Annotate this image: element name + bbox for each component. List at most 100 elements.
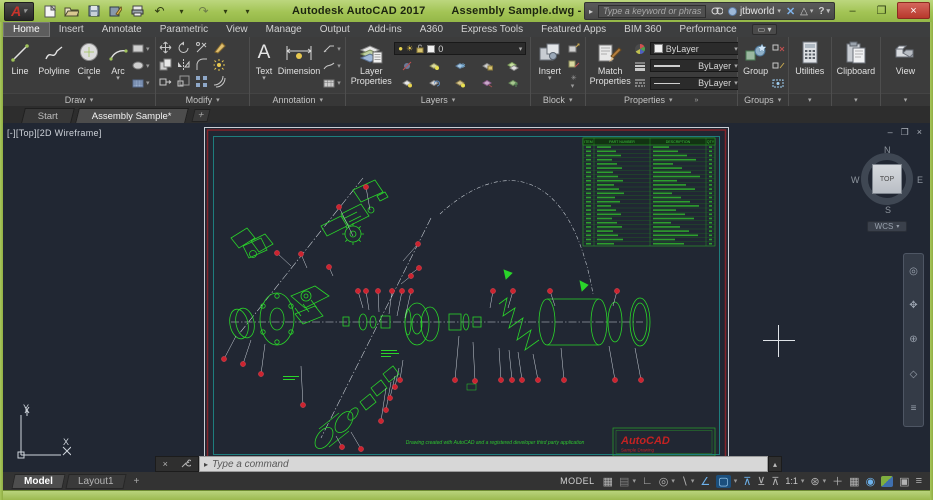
annotation-scale-value[interactable]: 1:1 <box>785 476 798 486</box>
insert-button[interactable]: Insert ▾ <box>533 39 567 93</box>
tab-featured-apps[interactable]: Featured Apps <box>532 23 615 36</box>
block-more-icon[interactable]: ✳ ▾ <box>571 74 577 90</box>
snap-mode-icon[interactable]: ▤ <box>619 475 629 488</box>
isodraft-dropdown-icon[interactable]: ▾ <box>691 477 695 485</box>
maximize-button[interactable]: ❐ <box>868 2 895 19</box>
qat-customize-dropdown[interactable]: ▾ <box>240 4 255 18</box>
command-history-icon[interactable]: ▴ <box>768 456 782 472</box>
layer-previous-icon[interactable] <box>453 77 467 90</box>
copy-icon[interactable] <box>158 58 172 71</box>
viewport-restore-icon[interactable]: ❐ <box>901 127 909 138</box>
explode-icon[interactable] <box>212 58 226 71</box>
ellipse-dropdown-icon[interactable]: ▾ <box>146 62 152 70</box>
view-panel-label[interactable]: ▾ <box>881 93 930 106</box>
viewcube-south[interactable]: S <box>885 205 891 215</box>
groups-panel-label[interactable]: Groups▾ <box>738 93 788 106</box>
layers-panel-label[interactable]: Layers▾ <box>346 93 529 106</box>
drawing-canvas[interactable]: [-][Top][2D Wireframe] – ❐ × ITEM PART N… <box>3 123 930 472</box>
new-layout-button[interactable]: + <box>127 476 145 487</box>
model-tab[interactable]: Model <box>11 474 65 489</box>
tab-manage[interactable]: Manage <box>257 23 311 36</box>
navigation-bar[interactable]: ◎ ✥ ⊕ ◇ ≡ <box>903 253 924 427</box>
multileader-icon[interactable] <box>322 59 336 72</box>
clean-screen-icon[interactable]: ▣ <box>899 475 909 488</box>
viewport-minimize-icon[interactable]: – <box>888 127 893 138</box>
dimension-button[interactable]: Dimension <box>276 39 323 93</box>
erase-icon[interactable] <box>212 41 226 54</box>
full-navigation-wheel-icon[interactable]: ◎ <box>909 266 918 277</box>
block-editor-icon[interactable] <box>567 58 581 71</box>
tab-home[interactable]: Home <box>3 22 50 37</box>
quick-properties-icon[interactable]: ▦ <box>849 475 859 488</box>
file-tab-start[interactable]: Start <box>21 108 75 123</box>
leader-icon[interactable] <box>322 42 336 55</box>
hatch-dropdown-icon[interactable]: ▾ <box>146 79 152 87</box>
line-button[interactable]: Line <box>5 39 35 93</box>
block-panel-label[interactable]: Block▾ <box>531 93 585 106</box>
group-selection-toggle-icon[interactable] <box>772 77 786 90</box>
pan-icon[interactable]: ✥ <box>909 300 917 311</box>
exchange-apps-icon[interactable]: ✕ <box>786 5 795 18</box>
polar-tracking-icon[interactable]: ◎ <box>659 475 669 488</box>
command-customize-icon[interactable] <box>181 458 191 470</box>
command-input[interactable] <box>212 459 763 470</box>
clipboard-button[interactable]: Clipboard <box>835 39 878 93</box>
transparency-icon[interactable]: ⊻ <box>757 475 765 488</box>
undo-dropdown[interactable]: ▾ <box>174 4 189 18</box>
tab-performance[interactable]: Performance <box>670 23 745 36</box>
file-tab-assembly-sample[interactable]: Assembly Sample* <box>75 108 188 123</box>
isolate-objects-icon[interactable]: ◉ <box>866 475 876 488</box>
command-input-field[interactable]: ▸ <box>199 456 768 472</box>
lineweight-display-icon[interactable]: ⊼ <box>743 475 751 488</box>
minimize-button[interactable]: – <box>839 2 866 19</box>
viewport-controls-label[interactable]: [-][Top][2D Wireframe] <box>7 128 102 138</box>
undo-button[interactable]: ↶ <box>152 4 167 18</box>
infocenter-collapse-arrow[interactable]: ▸ <box>589 7 593 16</box>
linetype-dropdown[interactable]: ByLayer ▾ <box>650 77 742 90</box>
wcs-dropdown[interactable]: WCS▾ <box>867 221 907 232</box>
grid-display-icon[interactable]: ▦ <box>603 475 613 488</box>
tab-add-ins[interactable]: Add-ins <box>359 23 411 36</box>
workspace-dropdown-icon[interactable]: ▾ <box>823 477 827 485</box>
layout1-tab[interactable]: Layout1 <box>65 474 126 489</box>
trim-icon[interactable] <box>194 41 208 54</box>
command-close-icon[interactable]: × <box>163 459 168 469</box>
arc-dropdown-icon[interactable]: ▾ <box>116 76 120 82</box>
layer-walk-icon[interactable] <box>480 77 494 90</box>
orbit-icon[interactable]: ◇ <box>910 369 918 380</box>
new-drawing-tab-button[interactable]: + <box>191 109 210 122</box>
zoom-extents-icon[interactable]: ⊕ <box>909 334 917 345</box>
layer-match-icon[interactable] <box>506 59 520 72</box>
utilities-panel-label[interactable]: ▾ <box>789 93 831 106</box>
snap-dropdown-icon[interactable]: ▾ <box>632 477 636 485</box>
layer-isolate-icon[interactable] <box>427 59 441 72</box>
osnap-dropdown-icon[interactable]: ▾ <box>734 477 738 485</box>
recent-commands-icon[interactable]: ▸ <box>204 460 208 469</box>
ortho-mode-icon[interactable]: ∟ <box>642 475 653 487</box>
arc-button[interactable]: Arc ▾ <box>105 39 131 93</box>
ungroup-icon[interactable] <box>772 42 786 55</box>
array-icon[interactable] <box>194 75 208 88</box>
save-as-button[interactable] <box>108 4 123 18</box>
layer-off-icon[interactable] <box>400 59 414 72</box>
tab-annotate[interactable]: Annotate <box>93 23 151 36</box>
text-button[interactable]: A Text ▾ <box>252 39 275 93</box>
isodraft-icon[interactable]: ∖ <box>681 475 688 488</box>
a360-connect-icon[interactable]: △▾ <box>800 6 813 17</box>
layer-unisolate-icon[interactable] <box>506 77 520 90</box>
make-current-icon[interactable] <box>400 77 414 90</box>
mirror-icon[interactable] <box>176 58 190 71</box>
move-icon[interactable] <box>158 41 172 54</box>
autosnap-icon[interactable]: ∠ <box>700 475 710 488</box>
object-snap-icon[interactable]: ▢ <box>716 475 730 488</box>
workspace-switching-icon[interactable]: ⊛ <box>810 475 819 488</box>
circle-dropdown-icon[interactable]: ▾ <box>87 76 91 82</box>
draw-panel-label[interactable]: Draw▾ <box>3 93 155 106</box>
table-icon[interactable] <box>322 77 336 90</box>
annotation-monitor-icon[interactable]: ＋ <box>832 473 843 489</box>
utilities-button[interactable]: Utilities <box>793 39 826 93</box>
insert-dropdown-icon[interactable]: ▾ <box>548 76 552 82</box>
stretch-icon[interactable] <box>158 75 172 88</box>
tab-insert[interactable]: Insert <box>50 23 93 36</box>
group-button[interactable]: Group <box>740 39 772 93</box>
